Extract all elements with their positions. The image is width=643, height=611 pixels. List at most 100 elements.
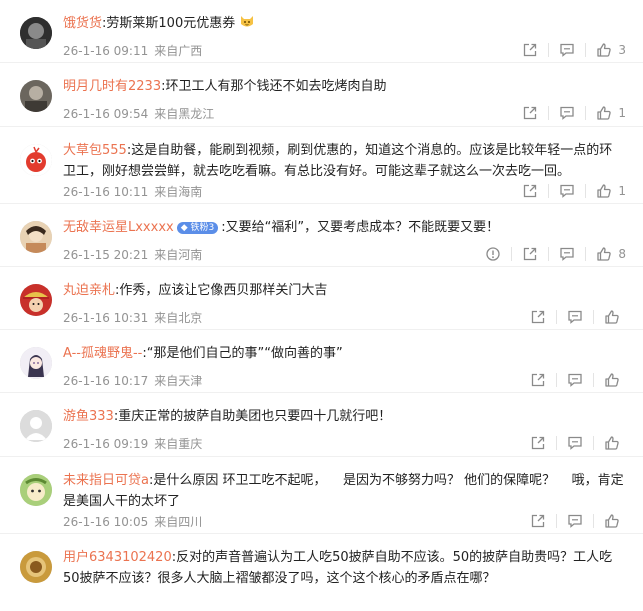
share-icon[interactable] (522, 246, 538, 262)
comment-icon[interactable] (559, 105, 575, 121)
like-button[interactable]: 3 (596, 42, 626, 58)
comment-actions (530, 372, 626, 388)
diamond-icon: ◆ (180, 222, 188, 233)
avatar[interactable] (20, 550, 52, 583)
avatar[interactable] (20, 220, 52, 253)
comment-meta: 26-1-16 10:17 来自天津 (63, 372, 208, 389)
comment-date: 26-1-15 20:21 (63, 247, 149, 262)
comment-text: :这是自助餐，能刷到视频，刷到优惠的，知道这个消息的。应该是比较年轻一点的环卫工… (63, 142, 613, 179)
comment-text: :“那是他们自己的事”“做向善的事” (142, 346, 343, 362)
comment-location: 来自北京 (154, 310, 203, 325)
report-icon[interactable] (485, 246, 501, 262)
share-icon[interactable] (530, 513, 546, 529)
divider (548, 43, 550, 57)
username-link[interactable]: 明月几时有2233 (63, 79, 161, 94)
comment-actions: 1 (522, 105, 626, 121)
comment-item: 大草包555:这是自助餐，能刷到视频，刷到优惠的，知道这个消息的。应该是比较年轻… (0, 127, 643, 204)
comment-date: 26-1-16 10:11 (63, 184, 149, 199)
comment-body: 用户6343102420:反对的声音普遍认为工人吃50披萨自助不应该。50的披萨… (63, 547, 625, 589)
username-link[interactable]: 用户6343102420 (63, 550, 172, 565)
comment-icon[interactable] (559, 183, 575, 199)
comment-actions (530, 513, 626, 529)
username-link[interactable]: 大草包555 (63, 143, 127, 158)
share-icon[interactable] (522, 42, 538, 58)
divider (585, 183, 587, 198)
divider (585, 246, 587, 261)
thumbs-up-icon (605, 310, 619, 324)
username-link[interactable]: 游鱼333 (63, 409, 114, 424)
comment-item: 游鱼333:重庆正常的披萨自助美团也只要四十几就行吧！ 26-1-16 09:1… (0, 393, 643, 457)
comment-icon[interactable] (567, 435, 583, 451)
comment-text: :作秀，应该让它像西贝那样关门大吉 (115, 282, 328, 298)
comment-icon[interactable] (567, 513, 583, 529)
thumbs-up-icon (597, 106, 612, 120)
comment-actions: 3 (522, 42, 626, 58)
fan-level-badge[interactable]: ◆ 铁粉3 (176, 221, 219, 234)
comment-body: 丸迫亲札:作秀，应该让它像西贝那样关门大吉 (63, 280, 625, 301)
username-link[interactable]: 丸迫亲札 (63, 283, 115, 298)
comment-text: :劳斯莱斯100元优惠券 (102, 16, 236, 31)
divider (511, 246, 513, 261)
comment-item: 饿货货:劳斯莱斯100元优惠券 26-1-16 09:11 来自广西 3 (0, 0, 643, 64)
divider (585, 106, 587, 121)
like-count: 3 (618, 43, 626, 57)
divider (585, 43, 587, 57)
comment-meta: 26-1-16 09:19 来自重庆 (63, 435, 208, 452)
comment-location: 来自广西 (154, 44, 203, 58)
username-link[interactable]: 饿货货 (63, 16, 102, 31)
divider (556, 309, 557, 324)
comment-icon[interactable] (559, 246, 575, 262)
divider (556, 513, 557, 528)
comment-text: :环卫工人有那个钱还不如去吃烤肉自助 (161, 79, 387, 95)
username-link[interactable]: 无敌幸运星Lxxxxx (63, 220, 174, 235)
username-link[interactable]: A--孤魂野鬼-- (63, 346, 142, 361)
comment-item: 丸迫亲札:作秀，应该让它像西贝那样关门大吉 26-1-16 10:31 来自北京 (0, 267, 643, 331)
comment-icon[interactable] (559, 42, 575, 58)
comment-body: 游鱼333:重庆正常的披萨自助美团也只要四十几就行吧！ (63, 406, 625, 427)
comment-date: 26-1-16 10:31 (63, 310, 149, 325)
divider (556, 436, 557, 451)
like-button[interactable] (604, 435, 626, 451)
comment-date: 26-1-16 10:17 (63, 374, 149, 389)
comment-icon[interactable] (567, 309, 583, 325)
comment-icon[interactable] (567, 372, 583, 388)
comment-meta: 26-1-16 10:11 来自海南 (63, 183, 208, 200)
divider (593, 309, 594, 324)
avatar[interactable] (20, 80, 52, 113)
avatar[interactable] (20, 17, 52, 49)
like-button[interactable] (604, 372, 626, 388)
avatar[interactable] (20, 143, 52, 176)
avatar[interactable] (20, 410, 52, 443)
like-button[interactable]: 1 (596, 105, 626, 121)
comment-body: 大草包555:这是自助餐，能刷到视频，刷到优惠的，知道这个消息的。应该是比较年轻… (63, 140, 625, 182)
thumbs-up-icon (605, 514, 619, 528)
like-button[interactable] (604, 513, 626, 529)
divider (593, 436, 594, 451)
divider (593, 373, 594, 388)
comment-date: 26-1-16 09:19 (63, 437, 149, 452)
divider (548, 246, 550, 261)
share-icon[interactable] (530, 435, 546, 451)
like-button[interactable]: 8 (596, 246, 626, 262)
comment-location: 来自河南 (154, 247, 203, 262)
comment-body: A--孤魂野鬼--:“那是他们自己的事”“做向善的事” (63, 343, 625, 364)
like-count: 8 (618, 246, 626, 261)
comment-meta: 26-1-16 10:31 来自北京 (63, 309, 208, 326)
like-button[interactable]: 1 (596, 183, 626, 199)
divider (548, 183, 550, 198)
username-link[interactable]: 未来指日可贷a (63, 473, 149, 488)
avatar[interactable] (20, 283, 52, 316)
divider (593, 513, 594, 528)
comment-location: 来自海南 (154, 184, 203, 199)
avatar[interactable] (20, 473, 52, 506)
like-button[interactable] (604, 309, 626, 325)
share-icon[interactable] (522, 105, 538, 121)
comment-location: 来自天津 (154, 374, 203, 389)
share-icon[interactable] (530, 309, 546, 325)
share-icon[interactable] (522, 183, 538, 199)
comment-text: :又要给“福利”，又要考虑成本？不能既要又要！ (221, 219, 500, 235)
thumbs-up-icon (605, 373, 619, 387)
share-icon[interactable] (530, 372, 546, 388)
avatar[interactable] (20, 347, 52, 380)
comment-body: 未来指日可贷a:是什么原因 环卫工吃不起呢， 是因为不够努力吗？ 他们的保障呢？… (63, 470, 625, 512)
